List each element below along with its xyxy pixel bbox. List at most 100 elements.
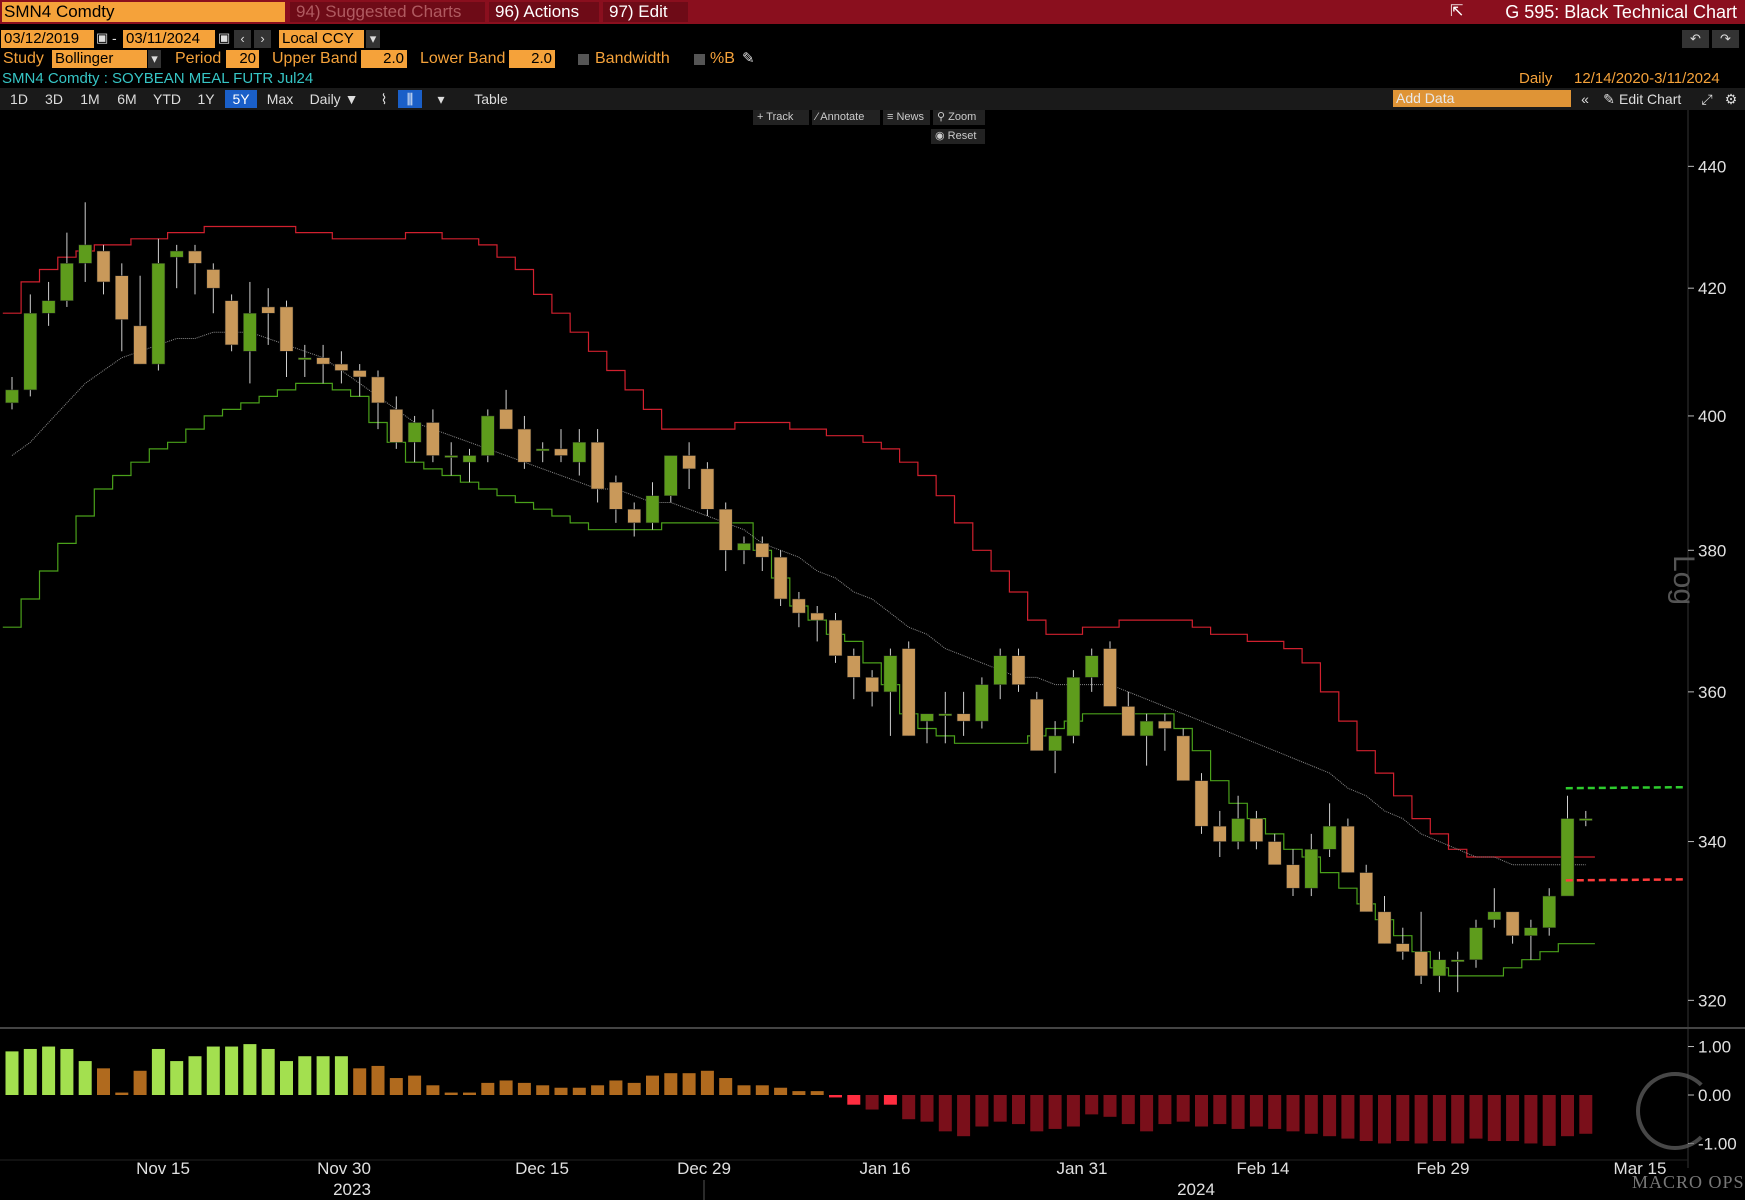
currency-select[interactable]: Local CCY: [279, 30, 364, 48]
candle-body: [188, 250, 202, 264]
table-button[interactable]: Table: [465, 90, 517, 108]
candle-body: [792, 598, 806, 614]
indicator-bar: [646, 1075, 659, 1095]
collapse-icon[interactable]: «: [1576, 90, 1594, 108]
indicator-bar: [408, 1075, 422, 1095]
candle-body: [664, 455, 678, 496]
edit-layout-icon[interactable]: ⤢: [1697, 90, 1717, 108]
y-tick-label: 440: [1698, 157, 1726, 176]
candle-body: [151, 263, 166, 365]
candle-body: [1524, 927, 1538, 936]
candle-body: [1121, 706, 1136, 737]
indicator-bar: [1048, 1095, 1062, 1129]
indicator-bar: [1524, 1095, 1538, 1144]
indicator-bar: [975, 1095, 989, 1127]
range-1m-button[interactable]: 1M: [73, 90, 107, 108]
candle-body: [1231, 818, 1245, 842]
ticker-input[interactable]: SMN4 Comdty: [2, 2, 285, 22]
x-tick-label: Nov 15: [136, 1159, 190, 1178]
gear-icon[interactable]: ⚙: [1721, 90, 1741, 108]
line-chart-icon[interactable]: ⌇: [371, 90, 397, 108]
candlestick-icon[interactable]: ⫼: [398, 90, 422, 108]
undo-icon[interactable]: ↶: [1682, 30, 1709, 48]
upper-bollinger-band: [2, 225, 1595, 858]
range-ytd-button[interactable]: YTD: [147, 90, 187, 108]
indicator-bar: [1286, 1095, 1300, 1132]
indicator-bar: [1396, 1095, 1410, 1142]
candle-body: [682, 455, 696, 470]
study-select[interactable]: Bollinger: [52, 50, 147, 68]
next-period-button[interactable]: ›: [254, 30, 271, 48]
indicator-bar: [1030, 1095, 1044, 1132]
candle-body: [1579, 818, 1593, 821]
indicator-bar: [97, 1068, 110, 1095]
redo-icon[interactable]: ↷: [1712, 30, 1739, 48]
candle-body: [1267, 841, 1282, 866]
indicator-bar: [1085, 1095, 1099, 1115]
lower-bollinger-band: [2, 382, 1595, 977]
range-6m-button[interactable]: 6M: [110, 90, 144, 108]
candle-body: [920, 713, 934, 722]
range-5y-button[interactable]: 5Y: [225, 90, 257, 108]
pctb-checkbox[interactable]: [694, 54, 705, 65]
indicator-bar: [609, 1080, 623, 1095]
range-max-button[interactable]: Max: [260, 90, 300, 108]
candle-body: [590, 442, 605, 490]
candle-body: [718, 508, 733, 551]
candle-body: [96, 250, 111, 283]
x-tick-label: Nov 30: [317, 1159, 371, 1178]
candle-body: [1487, 911, 1502, 920]
security-description: SMN4 Comdty : SOYBEAN MEAL FUTR Jul24: [2, 70, 314, 87]
candle-body: [883, 655, 898, 693]
range-1y-button[interactable]: 1Y: [190, 90, 222, 108]
y-tick-label: 400: [1698, 407, 1726, 426]
x-tick-label: Jan 31: [1056, 1159, 1107, 1178]
candle-body: [1286, 864, 1300, 889]
end-date-field[interactable]: 03/11/2024: [123, 30, 215, 48]
actions-menu[interactable]: 96) Actions: [489, 2, 599, 22]
indicator-bar: [920, 1095, 934, 1122]
bandwidth-checkbox[interactable]: [578, 54, 589, 65]
indicator-bar: [1579, 1095, 1593, 1134]
candle-body: [956, 713, 971, 722]
indicator-bar: [371, 1065, 385, 1095]
indicator-bar: [42, 1046, 56, 1095]
candle-body: [645, 495, 660, 524]
indicator-bar: [883, 1095, 897, 1105]
start-date-field[interactable]: 03/12/2019: [1, 30, 94, 48]
lower-band-field[interactable]: 2.0: [509, 50, 555, 68]
study-label: Study: [3, 50, 44, 67]
candle-body: [499, 409, 513, 430]
upper-band-projection: [1565, 785, 1687, 790]
period-field[interactable]: 20: [226, 50, 259, 68]
frequency-dropdown[interactable]: Daily ▼: [303, 90, 365, 108]
indicator-bar: [719, 1078, 733, 1095]
chevron-down-icon[interactable]: ▾: [148, 50, 161, 68]
upper-band-field[interactable]: 2.0: [361, 50, 407, 68]
range-1d-button[interactable]: 1D: [3, 90, 35, 108]
chevron-down-icon[interactable]: ▾: [366, 30, 380, 48]
chevron-down-icon[interactable]: ▾: [432, 90, 450, 108]
calendar-icon[interactable]: ▣: [96, 30, 108, 46]
indicator-bar: [554, 1087, 568, 1095]
add-data-input[interactable]: Add Data: [1393, 90, 1571, 107]
indicator-bar: [1542, 1095, 1556, 1146]
candle-body: [426, 422, 440, 456]
candle-body: [1450, 959, 1465, 962]
indicator-bar: [572, 1087, 586, 1095]
popout-icon[interactable]: ⇱: [1450, 3, 1468, 21]
upper-band-label: Upper Band: [272, 50, 358, 67]
prev-period-button[interactable]: ‹: [234, 30, 251, 48]
candle-body: [1030, 698, 1044, 751]
range-3d-button[interactable]: 3D: [38, 90, 70, 108]
edit-menu[interactable]: 97) Edit: [603, 2, 688, 22]
pencil-icon[interactable]: ✎: [1600, 90, 1618, 108]
suggested-charts-menu[interactable]: 94) Suggested Charts: [290, 2, 485, 22]
calendar-icon[interactable]: ▣: [218, 30, 230, 46]
candle-body: [1322, 825, 1337, 850]
edit-chart-button[interactable]: Edit Chart: [1619, 90, 1695, 108]
candle-body: [1542, 895, 1556, 928]
pencil-icon[interactable]: ✎: [742, 49, 755, 67]
lower-band-projection: [1565, 878, 1687, 882]
price-chart[interactable]: 3203403603804004204401.000.00-1.00Nov 15…: [0, 110, 1745, 1200]
